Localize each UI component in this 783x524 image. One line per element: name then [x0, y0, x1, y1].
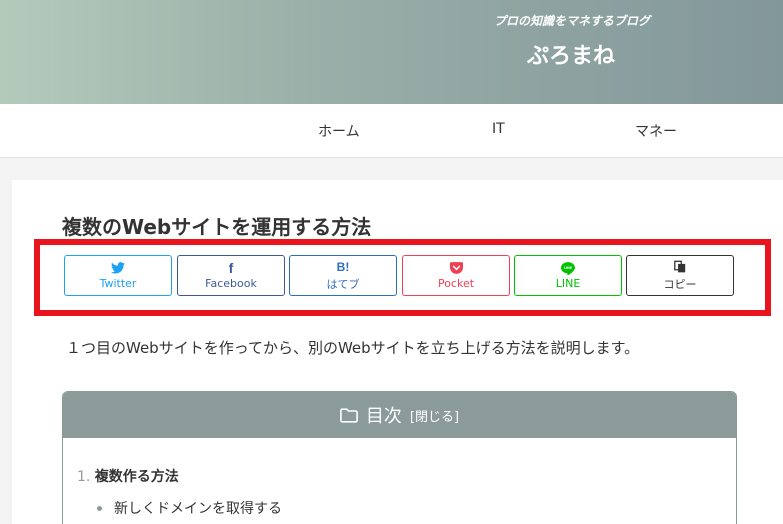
share-twitter-label: Twitter	[99, 277, 137, 290]
share-pocket-button[interactable]: Pocket	[402, 255, 510, 296]
global-nav: ホーム IT マネー	[0, 104, 783, 158]
share-line-button[interactable]: LINE LINE	[514, 255, 622, 296]
toc-title: 目次	[365, 406, 402, 427]
share-pocket-label: Pocket	[437, 277, 475, 290]
share-line-label: LINE	[555, 277, 581, 290]
toc-bullet	[97, 505, 102, 511]
hatena-bookmark-icon: B!	[336, 259, 350, 274]
pocket-icon	[449, 261, 463, 275]
toc-toggle-button[interactable]: [閉じる]	[410, 406, 459, 425]
nav-item-home[interactable]: ホーム	[318, 121, 360, 141]
nav-item-money[interactable]: マネー	[635, 121, 677, 141]
site-header: プロの知識をマネするブログ ぷろまね	[0, 0, 783, 104]
site-tagline: プロの知識をマネするブログ	[494, 14, 651, 28]
share-copy-button[interactable]: コピー	[626, 255, 734, 296]
toc-item[interactable]: 1. 複数作る方法	[77, 466, 179, 486]
facebook-icon: f	[228, 260, 234, 276]
copy-icon	[674, 260, 686, 274]
line-icon: LINE	[561, 261, 575, 275]
toc-subitem-label: 新しくドメインを取得する	[114, 501, 282, 517]
toc-subitem[interactable]: 新しくドメインを取得する	[97, 498, 282, 518]
nav-item-it[interactable]: IT	[492, 121, 505, 137]
share-copy-label: コピー	[663, 277, 697, 291]
share-facebook-label: Facebook	[205, 277, 257, 290]
folder-icon	[340, 407, 358, 423]
share-hatena-button[interactable]: B! はてブ	[289, 255, 397, 296]
svg-text:LINE: LINE	[564, 266, 572, 270]
article-title: 複数のWebサイトを運用する方法	[62, 215, 372, 239]
table-of-contents: 目次 [閉じる] 1. 複数作る方法 新しくドメインを取得する	[62, 391, 737, 524]
toc-header: 目次 [閉じる]	[63, 392, 736, 438]
toc-item-label: 複数作る方法	[94, 469, 179, 485]
share-twitter-button[interactable]: Twitter	[64, 255, 172, 296]
twitter-icon	[111, 261, 125, 275]
site-title-link[interactable]: ぷろまね	[527, 38, 615, 70]
share-hatena-label: はてブ	[326, 277, 360, 291]
toc-item-number: 1.	[77, 469, 91, 485]
article-intro: １つ目のWebサイトを作ってから、別のWebサイトを立ち上げる方法を説明します。	[66, 339, 640, 357]
share-facebook-button[interactable]: f Facebook	[177, 255, 285, 296]
